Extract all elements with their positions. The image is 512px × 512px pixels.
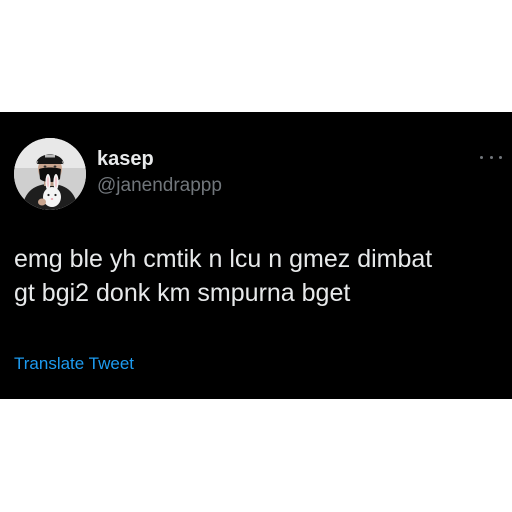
avatar[interactable]	[14, 138, 86, 210]
more-options-button[interactable]	[480, 150, 502, 164]
profile-photo-icon	[14, 138, 86, 210]
user-handle[interactable]: @janendrappp	[97, 175, 222, 197]
translate-tweet-link[interactable]: Translate Tweet	[14, 354, 134, 374]
display-name[interactable]: kasep	[97, 148, 154, 171]
tweet-text: emg ble yh cmtik n lcu n gmez dimbat gt …	[14, 242, 504, 310]
tweet-text-line: gt bgi2 donk km smpurna bget	[14, 279, 351, 307]
page: kasep @janendrappp emg ble yh cmtik n lc…	[0, 0, 512, 512]
more-horizontal-icon	[480, 155, 483, 159]
tweet-text-line: emg ble yh cmtik n lcu n gmez dimbat	[14, 245, 433, 273]
tweet-card[interactable]: kasep @janendrappp emg ble yh cmtik n lc…	[0, 112, 512, 399]
